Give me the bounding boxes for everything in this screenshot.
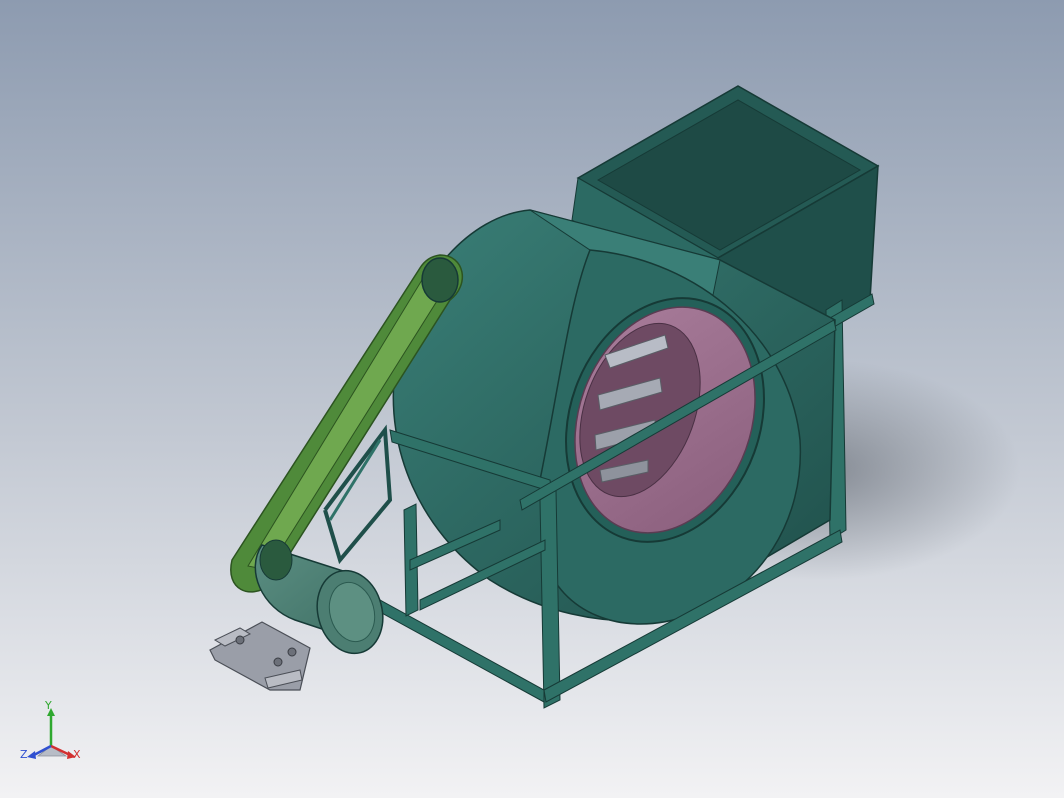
fan-model-scene[interactable] [0, 0, 1064, 798]
z-axis-label: Z [20, 748, 28, 761]
x-axis-label: X [73, 748, 81, 761]
orientation-triad: Y X Z [18, 700, 88, 770]
fan-pulley[interactable] [421, 257, 459, 303]
y-axis-label: Y [45, 699, 52, 712]
model-viewport[interactable]: Y X Z [0, 0, 1064, 798]
motor-pulley[interactable] [259, 539, 293, 581]
